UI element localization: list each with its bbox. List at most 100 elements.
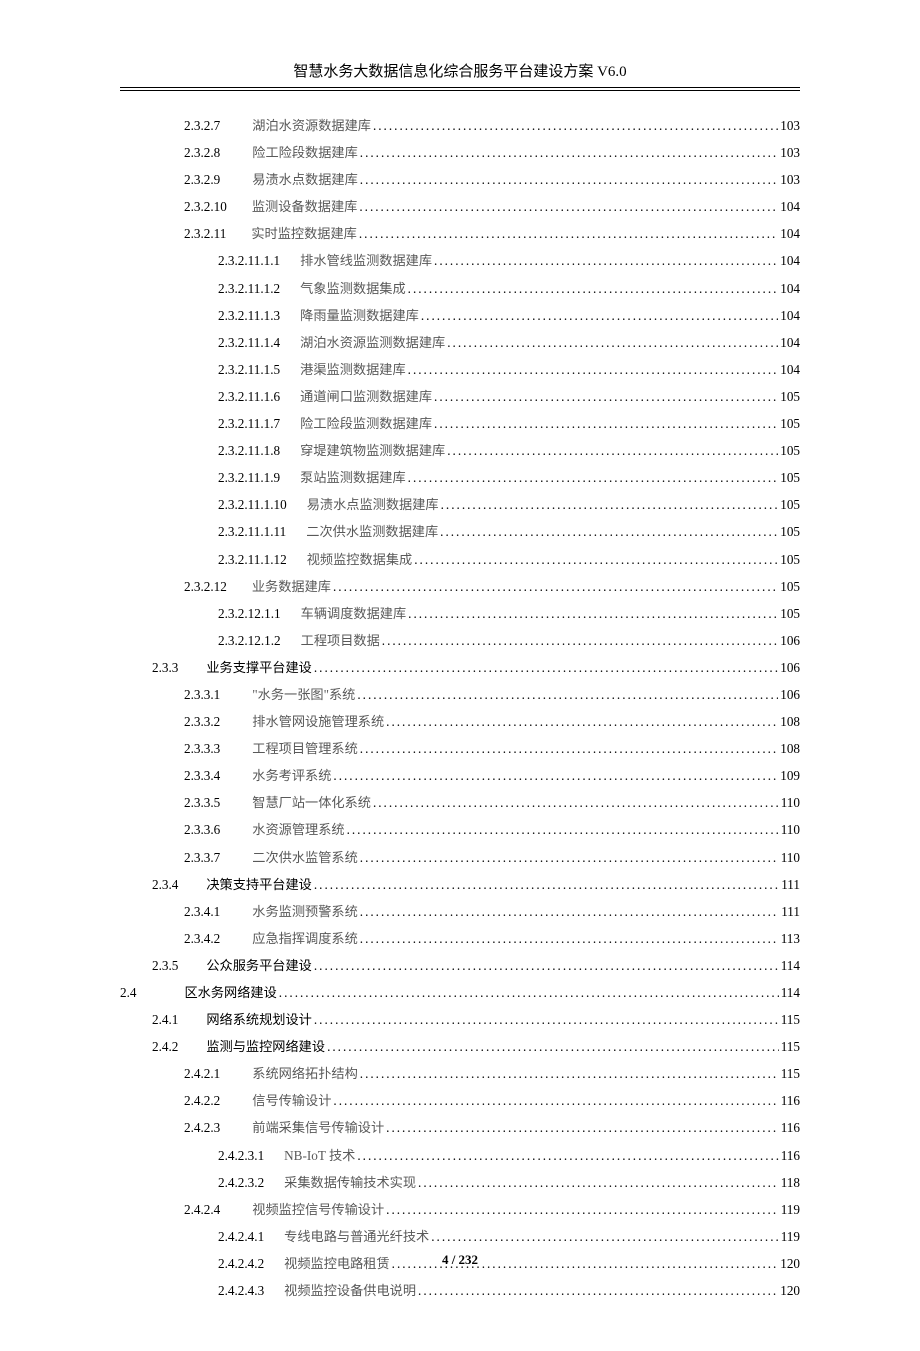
toc-entry-number: 2.3.5 bbox=[152, 959, 178, 972]
page-container: 智慧水务大数据信息化综合服务平台建设方案 V6.0 2.3.2.7湖泊水资源数据… bbox=[0, 0, 920, 1351]
toc-leader-dots bbox=[314, 959, 779, 972]
toc-entry-page: 104 bbox=[780, 336, 800, 349]
toc-entry-number: 2.3.3.7 bbox=[184, 851, 220, 864]
toc-entry-page: 105 bbox=[780, 580, 800, 593]
toc-entry-number: 2.4.2.4.3 bbox=[218, 1284, 264, 1297]
toc-entry: 2.4.2.2信号传输设计116 bbox=[120, 1094, 800, 1121]
toc-entry-number: 2.3.2.11.1.9 bbox=[218, 471, 280, 484]
toc-leader-dots bbox=[408, 282, 779, 295]
toc-entry-title: 实时监控数据建库 bbox=[251, 227, 357, 240]
toc-entry-number: 2.3.2.12.1.1 bbox=[218, 607, 281, 620]
toc-leader-dots bbox=[333, 1094, 778, 1107]
toc-entry: 2.3.2.11.1.8穿堤建筑物监测数据建库105 bbox=[120, 444, 800, 471]
toc-entry: 2.4.1网络系统规划设计115 bbox=[120, 1013, 800, 1040]
toc-entry-number: 2.4.2.1 bbox=[184, 1067, 220, 1080]
toc-leader-dots bbox=[360, 1067, 779, 1080]
toc-entry-title: 排水管网设施管理系统 bbox=[252, 715, 384, 728]
toc-entry-number: 2.4.1 bbox=[152, 1013, 178, 1026]
toc-entry-page: 104 bbox=[780, 282, 800, 295]
toc-leader-dots bbox=[360, 932, 779, 945]
toc-leader-dots bbox=[314, 1013, 779, 1026]
toc-leader-dots bbox=[333, 769, 778, 782]
toc-entry-page: 113 bbox=[781, 932, 800, 945]
toc-entry: 2.3.2.11.1.6通道闸口监测数据建库105 bbox=[120, 390, 800, 417]
toc-entry-title: 视频监控数据集成 bbox=[307, 553, 413, 566]
toc-entry-page: 116 bbox=[781, 1121, 800, 1134]
toc-entry-title: 气象监测数据集成 bbox=[300, 282, 406, 295]
toc-entry-number: 2.3.3.6 bbox=[184, 823, 220, 836]
toc-entry-number: 2.4.2.4.1 bbox=[218, 1230, 264, 1243]
toc-entry-title: 监测与监控网络建设 bbox=[206, 1040, 325, 1053]
toc-entry: 2.4.2.4.3 视频监控设备供电说明 120 bbox=[120, 1284, 800, 1311]
toc-entry: 2.3.2.11.1.2气象监测数据集成104 bbox=[120, 282, 800, 309]
toc-entry: 2.3.4.2 应急指挥调度系统 113 bbox=[120, 932, 800, 959]
toc-entry-title: 采集数据传输技术实现 bbox=[284, 1176, 416, 1189]
toc-entry-page: 105 bbox=[780, 417, 800, 430]
toc-entry-page: 115 bbox=[781, 1067, 800, 1080]
toc-leader-dots bbox=[431, 1230, 778, 1243]
toc-entry-title: 决策支持平台建设 bbox=[206, 878, 312, 891]
toc-entry-page: 116 bbox=[781, 1149, 800, 1162]
toc-entry-number: 2.3.2.11.1.5 bbox=[218, 363, 280, 376]
toc-entry-title: 视频监控设备供电说明 bbox=[284, 1284, 416, 1297]
toc-entry: 2.3.2.12.1.2工程项目数据106 bbox=[120, 634, 800, 661]
toc-leader-dots bbox=[347, 823, 779, 836]
toc-entry: 2.3.4.1水务监测预警系统111 bbox=[120, 905, 800, 932]
toc-leader-dots bbox=[314, 661, 778, 674]
toc-entry: 2.3.2.11.1.10易渍水点监测数据建库105 bbox=[120, 498, 800, 525]
toc-entry-number: 2.3.2.7 bbox=[184, 119, 220, 132]
toc-leader-dots bbox=[408, 363, 779, 376]
toc-entry-page: 104 bbox=[780, 227, 800, 240]
toc-leader-dots bbox=[382, 634, 778, 647]
toc-entry-page: 110 bbox=[781, 823, 800, 836]
toc-entry-title: 工程项目数据 bbox=[301, 634, 380, 647]
toc-entry-title: 易渍水点数据建库 bbox=[252, 173, 358, 186]
toc-entry-title: 应急指挥调度系统 bbox=[252, 932, 358, 945]
toc-entry-title: 专线电路与普通光纤技术 bbox=[284, 1230, 429, 1243]
toc-entry-page: 106 bbox=[780, 688, 800, 701]
toc-entry-number: 2.3.3.2 bbox=[184, 715, 220, 728]
toc-entry-number: 2.3.2.11.1.11 bbox=[218, 525, 286, 538]
toc-entry: 2.3.2.10监测设备数据建库104 bbox=[120, 200, 800, 227]
toc-entry: 2.3.3.2排水管网设施管理系统108 bbox=[120, 715, 800, 742]
toc-entry-page: 114 bbox=[781, 986, 800, 999]
toc-entry: 2.3.2.11.1.4湖泊水资源监测数据建库104 bbox=[120, 336, 800, 363]
toc-entry-number: 2.3.2.11.1.7 bbox=[218, 417, 280, 430]
toc-entry-number: 2.3.2.11.1.1 bbox=[218, 254, 280, 267]
toc-entry-title: 水资源管理系统 bbox=[252, 823, 344, 836]
toc-entry: 2.3.2.11.1.5港渠监测数据建库104 bbox=[120, 363, 800, 390]
toc-entry-title: 港渠监测数据建库 bbox=[300, 363, 406, 376]
toc-entry-page: 120 bbox=[780, 1284, 800, 1297]
toc-entry-number: 2.3.2.11.1.3 bbox=[218, 309, 280, 322]
toc-entry-number: 2.3.3 bbox=[152, 661, 178, 674]
toc-entry: 2.3.3.5智慧厂站一体化系统110 bbox=[120, 796, 800, 823]
toc-entry-title: 水务考评系统 bbox=[252, 769, 331, 782]
toc-entry-page: 115 bbox=[781, 1040, 800, 1053]
toc-entry-page: 110 bbox=[781, 851, 800, 864]
toc-entry: 2.3.2.11.1.11二次供水监测数据建库105 bbox=[120, 525, 800, 552]
toc-entry-number: 2.3.2.10 bbox=[184, 200, 227, 213]
toc-entry-number: 2.3.3.3 bbox=[184, 742, 220, 755]
toc-leader-dots bbox=[373, 796, 779, 809]
toc-entry-page: 115 bbox=[781, 1013, 800, 1026]
toc-entry-number: 2.3.4.2 bbox=[184, 932, 220, 945]
toc-entry: 2.3.2.7湖泊水资源数据建库103 bbox=[120, 119, 800, 146]
toc-entry-number: 2.3.4 bbox=[152, 878, 178, 891]
toc-entry-number: 2.4 bbox=[120, 986, 136, 999]
toc-entry-page: 116 bbox=[781, 1094, 800, 1107]
toc-entry-number: 2.4.2.3.1 bbox=[218, 1149, 264, 1162]
toc-entry-page: 105 bbox=[780, 525, 800, 538]
toc-entry-number: 2.4.2.3.2 bbox=[218, 1176, 264, 1189]
toc-entry: 2.3.3业务支撑平台建设106 bbox=[120, 661, 800, 688]
toc-leader-dots bbox=[414, 553, 778, 566]
toc-leader-dots bbox=[434, 390, 778, 403]
toc-entry-title: 视频监控信号传输设计 bbox=[252, 1203, 384, 1216]
toc-entry: 2.4.2.1 系统网络拓扑结构 115 bbox=[120, 1067, 800, 1094]
toc-entry-page: 104 bbox=[780, 200, 800, 213]
toc-leader-dots bbox=[360, 742, 778, 755]
toc-leader-dots bbox=[360, 851, 779, 864]
toc-entry-title: 系统网络拓扑结构 bbox=[252, 1067, 358, 1080]
toc-leader-dots bbox=[359, 227, 778, 240]
toc-entry-number: 2.3.2.12 bbox=[184, 580, 227, 593]
toc-entry-page: 110 bbox=[781, 796, 800, 809]
